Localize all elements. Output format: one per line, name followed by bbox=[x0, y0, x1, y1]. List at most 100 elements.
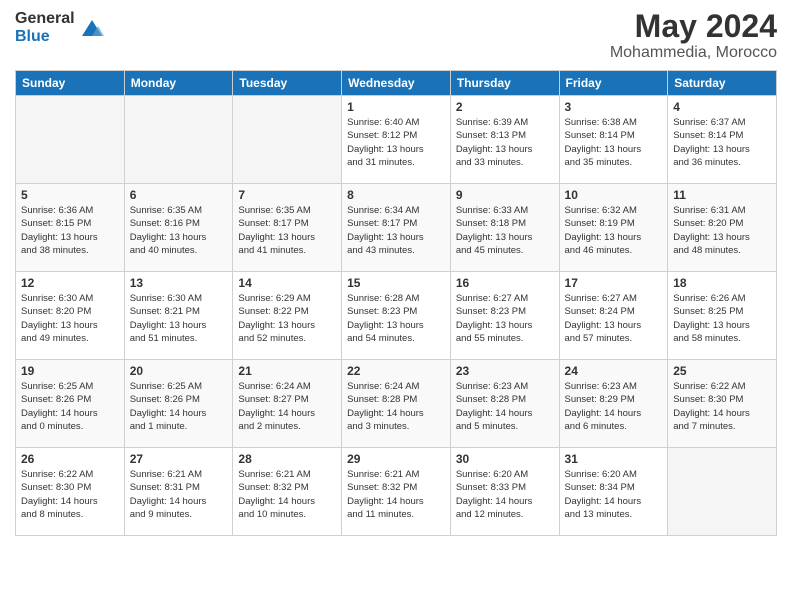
day-number: 23 bbox=[456, 364, 554, 378]
col-tuesday: Tuesday bbox=[233, 71, 342, 96]
day-number: 31 bbox=[565, 452, 663, 466]
table-row bbox=[233, 96, 342, 184]
table-row: 18 Sunrise: 6:26 AM Sunset: 8:25 PM Dayli… bbox=[668, 272, 777, 360]
cell-content: Sunrise: 6:23 AM Sunset: 8:28 PM Dayligh… bbox=[456, 380, 554, 433]
cell-content: Sunrise: 6:21 AM Sunset: 8:32 PM Dayligh… bbox=[238, 468, 336, 521]
table-row: 12 Sunrise: 6:30 AM Sunset: 8:20 PM Dayli… bbox=[16, 272, 125, 360]
day-number: 4 bbox=[673, 100, 771, 114]
table-row bbox=[668, 448, 777, 536]
table-row: 3 Sunrise: 6:38 AM Sunset: 8:14 PM Daylig… bbox=[559, 96, 668, 184]
day-number: 3 bbox=[565, 100, 663, 114]
table-row: 1 Sunrise: 6:40 AM Sunset: 8:12 PM Daylig… bbox=[342, 96, 451, 184]
table-row: 11 Sunrise: 6:31 AM Sunset: 8:20 PM Dayli… bbox=[668, 184, 777, 272]
cell-content: Sunrise: 6:31 AM Sunset: 8:20 PM Dayligh… bbox=[673, 204, 771, 257]
col-friday: Friday bbox=[559, 71, 668, 96]
col-wednesday: Wednesday bbox=[342, 71, 451, 96]
table-row: 13Sunrise: 6:30 AM Sunset: 8:21 PM Dayli… bbox=[124, 272, 233, 360]
cell-content: Sunrise: 6:38 AM Sunset: 8:14 PM Dayligh… bbox=[565, 116, 663, 169]
table-row: 16 Sunrise: 6:27 AM Sunset: 8:23 PM Dayli… bbox=[450, 272, 559, 360]
table-row: 19 Sunrise: 6:25 AM Sunset: 8:26 PM Dayli… bbox=[16, 360, 125, 448]
day-number: 21 bbox=[238, 364, 336, 378]
table-row: 5Sunrise: 6:36 AM Sunset: 8:15 PM Daylig… bbox=[16, 184, 125, 272]
table-row: 27Sunrise: 6:21 AM Sunset: 8:31 PM Dayli… bbox=[124, 448, 233, 536]
cell-content: Sunrise: 6:37 AM Sunset: 8:14 PM Dayligh… bbox=[673, 116, 771, 169]
month-year-title: May 2024 bbox=[610, 10, 777, 42]
table-row: 7 Sunrise: 6:35 AM Sunset: 8:17 PM Daylig… bbox=[233, 184, 342, 272]
day-number: 20 bbox=[130, 364, 228, 378]
col-saturday: Saturday bbox=[668, 71, 777, 96]
cell-content: Sunrise: 6:20 AM Sunset: 8:33 PM Dayligh… bbox=[456, 468, 554, 521]
logo-blue: Blue bbox=[15, 28, 50, 45]
cell-content: Sunrise: 6:24 AM Sunset: 8:27 PM Dayligh… bbox=[238, 380, 336, 433]
cell-content: Sunrise: 6:27 AM Sunset: 8:24 PM Dayligh… bbox=[565, 292, 663, 345]
cell-content: Sunrise: 6:21 AM Sunset: 8:32 PM Dayligh… bbox=[347, 468, 445, 521]
cell-content: Sunrise: 6:35 AM Sunset: 8:16 PM Dayligh… bbox=[130, 204, 228, 257]
day-number: 17 bbox=[565, 276, 663, 290]
table-row: 26Sunrise: 6:22 AM Sunset: 8:30 PM Dayli… bbox=[16, 448, 125, 536]
table-row: 29 Sunrise: 6:21 AM Sunset: 8:32 PM Dayli… bbox=[342, 448, 451, 536]
day-number: 10 bbox=[565, 188, 663, 202]
day-number: 12 bbox=[21, 276, 119, 290]
day-number: 26 bbox=[21, 452, 119, 466]
cell-content: Sunrise: 6:28 AM Sunset: 8:23 PM Dayligh… bbox=[347, 292, 445, 345]
table-row: 25 Sunrise: 6:22 AM Sunset: 8:30 PM Dayli… bbox=[668, 360, 777, 448]
table-row: 4 Sunrise: 6:37 AM Sunset: 8:14 PM Daylig… bbox=[668, 96, 777, 184]
day-number: 6 bbox=[130, 188, 228, 202]
logo-general: General bbox=[15, 10, 75, 27]
cell-content: Sunrise: 6:25 AM Sunset: 8:26 PM Dayligh… bbox=[21, 380, 119, 433]
table-row: 17 Sunrise: 6:27 AM Sunset: 8:24 PM Dayli… bbox=[559, 272, 668, 360]
col-monday: Monday bbox=[124, 71, 233, 96]
cell-content: Sunrise: 6:23 AM Sunset: 8:29 PM Dayligh… bbox=[565, 380, 663, 433]
cell-content: Sunrise: 6:34 AM Sunset: 8:17 PM Dayligh… bbox=[347, 204, 445, 257]
table-row: 2Sunrise: 6:39 AM Sunset: 8:13 PM Daylig… bbox=[450, 96, 559, 184]
calendar-table: Sunday Monday Tuesday Wednesday Thursday… bbox=[15, 70, 777, 536]
calendar-header-row: Sunday Monday Tuesday Wednesday Thursday… bbox=[16, 71, 777, 96]
cell-content: Sunrise: 6:24 AM Sunset: 8:28 PM Dayligh… bbox=[347, 380, 445, 433]
day-number: 16 bbox=[456, 276, 554, 290]
col-sunday: Sunday bbox=[16, 71, 125, 96]
day-number: 22 bbox=[347, 364, 445, 378]
day-number: 27 bbox=[130, 452, 228, 466]
day-number: 19 bbox=[21, 364, 119, 378]
location-title: Mohammedia, Morocco bbox=[610, 44, 777, 62]
day-number: 11 bbox=[673, 188, 771, 202]
day-number: 8 bbox=[347, 188, 445, 202]
cell-content: Sunrise: 6:32 AM Sunset: 8:19 PM Dayligh… bbox=[565, 204, 663, 257]
col-thursday: Thursday bbox=[450, 71, 559, 96]
day-number: 30 bbox=[456, 452, 554, 466]
cell-content: Sunrise: 6:33 AM Sunset: 8:18 PM Dayligh… bbox=[456, 204, 554, 257]
day-number: 14 bbox=[238, 276, 336, 290]
day-number: 29 bbox=[347, 452, 445, 466]
table-row: 14Sunrise: 6:29 AM Sunset: 8:22 PM Dayli… bbox=[233, 272, 342, 360]
table-row: 30 Sunrise: 6:20 AM Sunset: 8:33 PM Dayli… bbox=[450, 448, 559, 536]
table-row bbox=[124, 96, 233, 184]
cell-content: Sunrise: 6:39 AM Sunset: 8:13 PM Dayligh… bbox=[456, 116, 554, 169]
cell-content: Sunrise: 6:40 AM Sunset: 8:12 PM Dayligh… bbox=[347, 116, 445, 169]
table-row: 8 Sunrise: 6:34 AM Sunset: 8:17 PM Daylig… bbox=[342, 184, 451, 272]
logo-icon bbox=[78, 14, 106, 42]
day-number: 5 bbox=[21, 188, 119, 202]
cell-content: Sunrise: 6:35 AM Sunset: 8:17 PM Dayligh… bbox=[238, 204, 336, 257]
cell-content: Sunrise: 6:26 AM Sunset: 8:25 PM Dayligh… bbox=[673, 292, 771, 345]
day-number: 7 bbox=[238, 188, 336, 202]
day-number: 9 bbox=[456, 188, 554, 202]
table-row: 28 Sunrise: 6:21 AM Sunset: 8:32 PM Dayli… bbox=[233, 448, 342, 536]
day-number: 25 bbox=[673, 364, 771, 378]
table-row: 21 Sunrise: 6:24 AM Sunset: 8:27 PM Dayli… bbox=[233, 360, 342, 448]
day-number: 24 bbox=[565, 364, 663, 378]
table-row: 9 Sunrise: 6:33 AM Sunset: 8:18 PM Daylig… bbox=[450, 184, 559, 272]
day-number: 18 bbox=[673, 276, 771, 290]
table-row: 20Sunrise: 6:25 AM Sunset: 8:26 PM Dayli… bbox=[124, 360, 233, 448]
table-row: 6 Sunrise: 6:35 AM Sunset: 8:16 PM Daylig… bbox=[124, 184, 233, 272]
cell-content: Sunrise: 6:30 AM Sunset: 8:21 PM Dayligh… bbox=[130, 292, 228, 345]
table-row: 24 Sunrise: 6:23 AM Sunset: 8:29 PM Dayli… bbox=[559, 360, 668, 448]
day-number: 15 bbox=[347, 276, 445, 290]
day-number: 1 bbox=[347, 100, 445, 114]
table-row: 15 Sunrise: 6:28 AM Sunset: 8:23 PM Dayli… bbox=[342, 272, 451, 360]
cell-content: Sunrise: 6:27 AM Sunset: 8:23 PM Dayligh… bbox=[456, 292, 554, 345]
cell-content: Sunrise: 6:20 AM Sunset: 8:34 PM Dayligh… bbox=[565, 468, 663, 521]
title-section: May 2024 Mohammedia, Morocco bbox=[610, 10, 777, 62]
cell-content: Sunrise: 6:30 AM Sunset: 8:20 PM Dayligh… bbox=[21, 292, 119, 345]
cell-content: Sunrise: 6:22 AM Sunset: 8:30 PM Dayligh… bbox=[673, 380, 771, 433]
day-number: 28 bbox=[238, 452, 336, 466]
